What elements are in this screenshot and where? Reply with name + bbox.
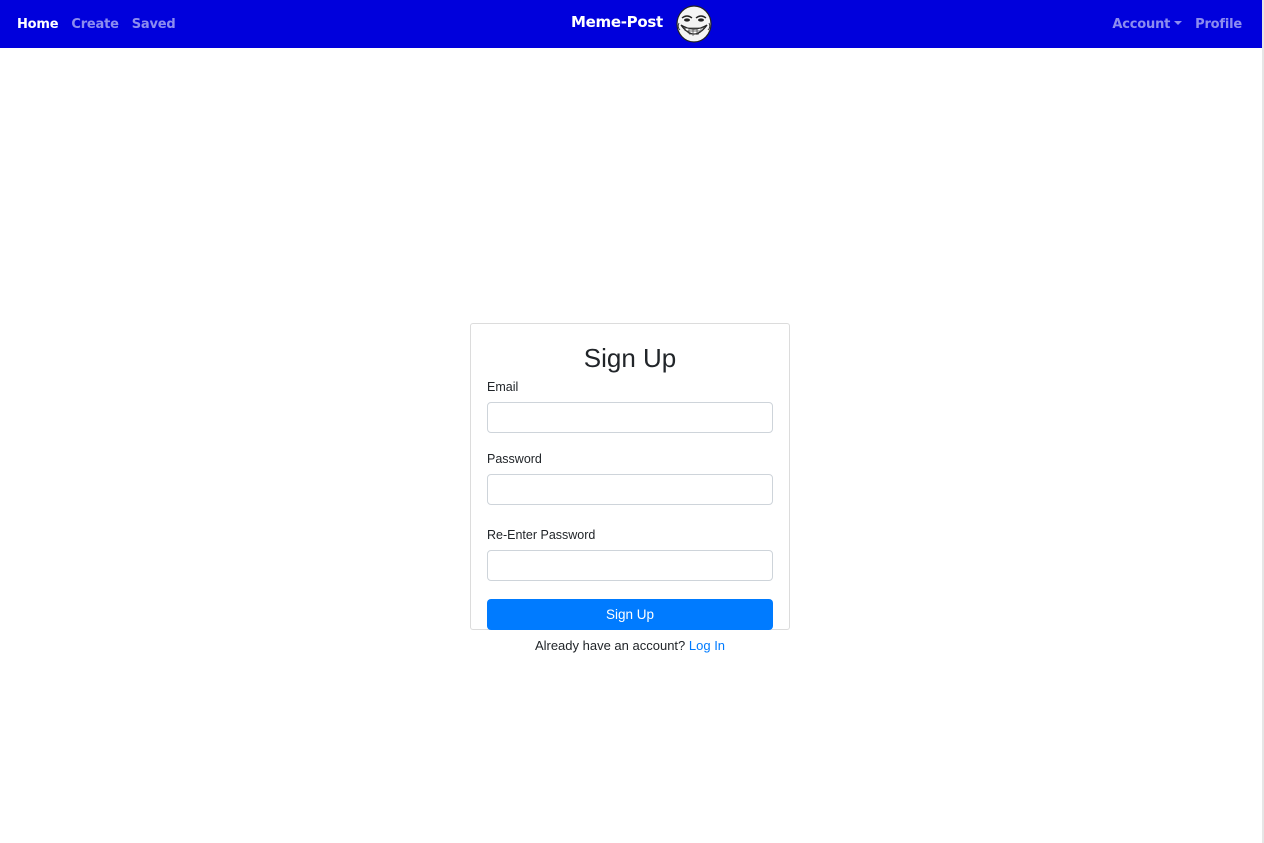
caret-down-icon [1174, 20, 1183, 25]
trollface-icon [673, 3, 715, 45]
reenter-password-field[interactable] [487, 550, 773, 581]
nav-create-link[interactable]: Create [71, 17, 119, 32]
password-label: Password [487, 452, 542, 466]
password-group: Password [487, 452, 773, 520]
top-navbar: Home Create Saved Meme-Post Account Prof… [0, 0, 1262, 48]
email-label: Email [487, 380, 519, 394]
reenter-password-group: Re-Enter Password [487, 528, 773, 596]
signup-title: Sign Up [583, 343, 677, 373]
nav-right-group: Account Profile [1099, 0, 1242, 48]
brand-link[interactable]: Meme-Post [571, 0, 715, 44]
reenter-password-label: Re-Enter Password [487, 528, 596, 542]
signup-button[interactable]: Sign Up [487, 599, 773, 630]
nav-left-group: Home Create Saved [17, 0, 188, 48]
email-field[interactable] [487, 402, 773, 433]
email-group: Email [487, 380, 773, 444]
nav-profile-link[interactable]: Profile [1195, 17, 1242, 32]
password-field[interactable] [487, 474, 773, 505]
signup-card: Sign Up Email Password Re-Enter Password… [470, 323, 790, 630]
login-prompt: Already have an account? Log In [470, 638, 790, 653]
nav-home-link[interactable]: Home [17, 17, 59, 32]
account-label: Account [1112, 16, 1171, 32]
nav-saved-link[interactable]: Saved [132, 17, 176, 32]
login-link[interactable]: Log In [689, 638, 725, 653]
account-dropdown-toggle[interactable]: Account [1112, 16, 1183, 32]
brand-name: Meme-Post [571, 13, 663, 31]
login-prompt-text: Already have an account? [534, 638, 686, 653]
